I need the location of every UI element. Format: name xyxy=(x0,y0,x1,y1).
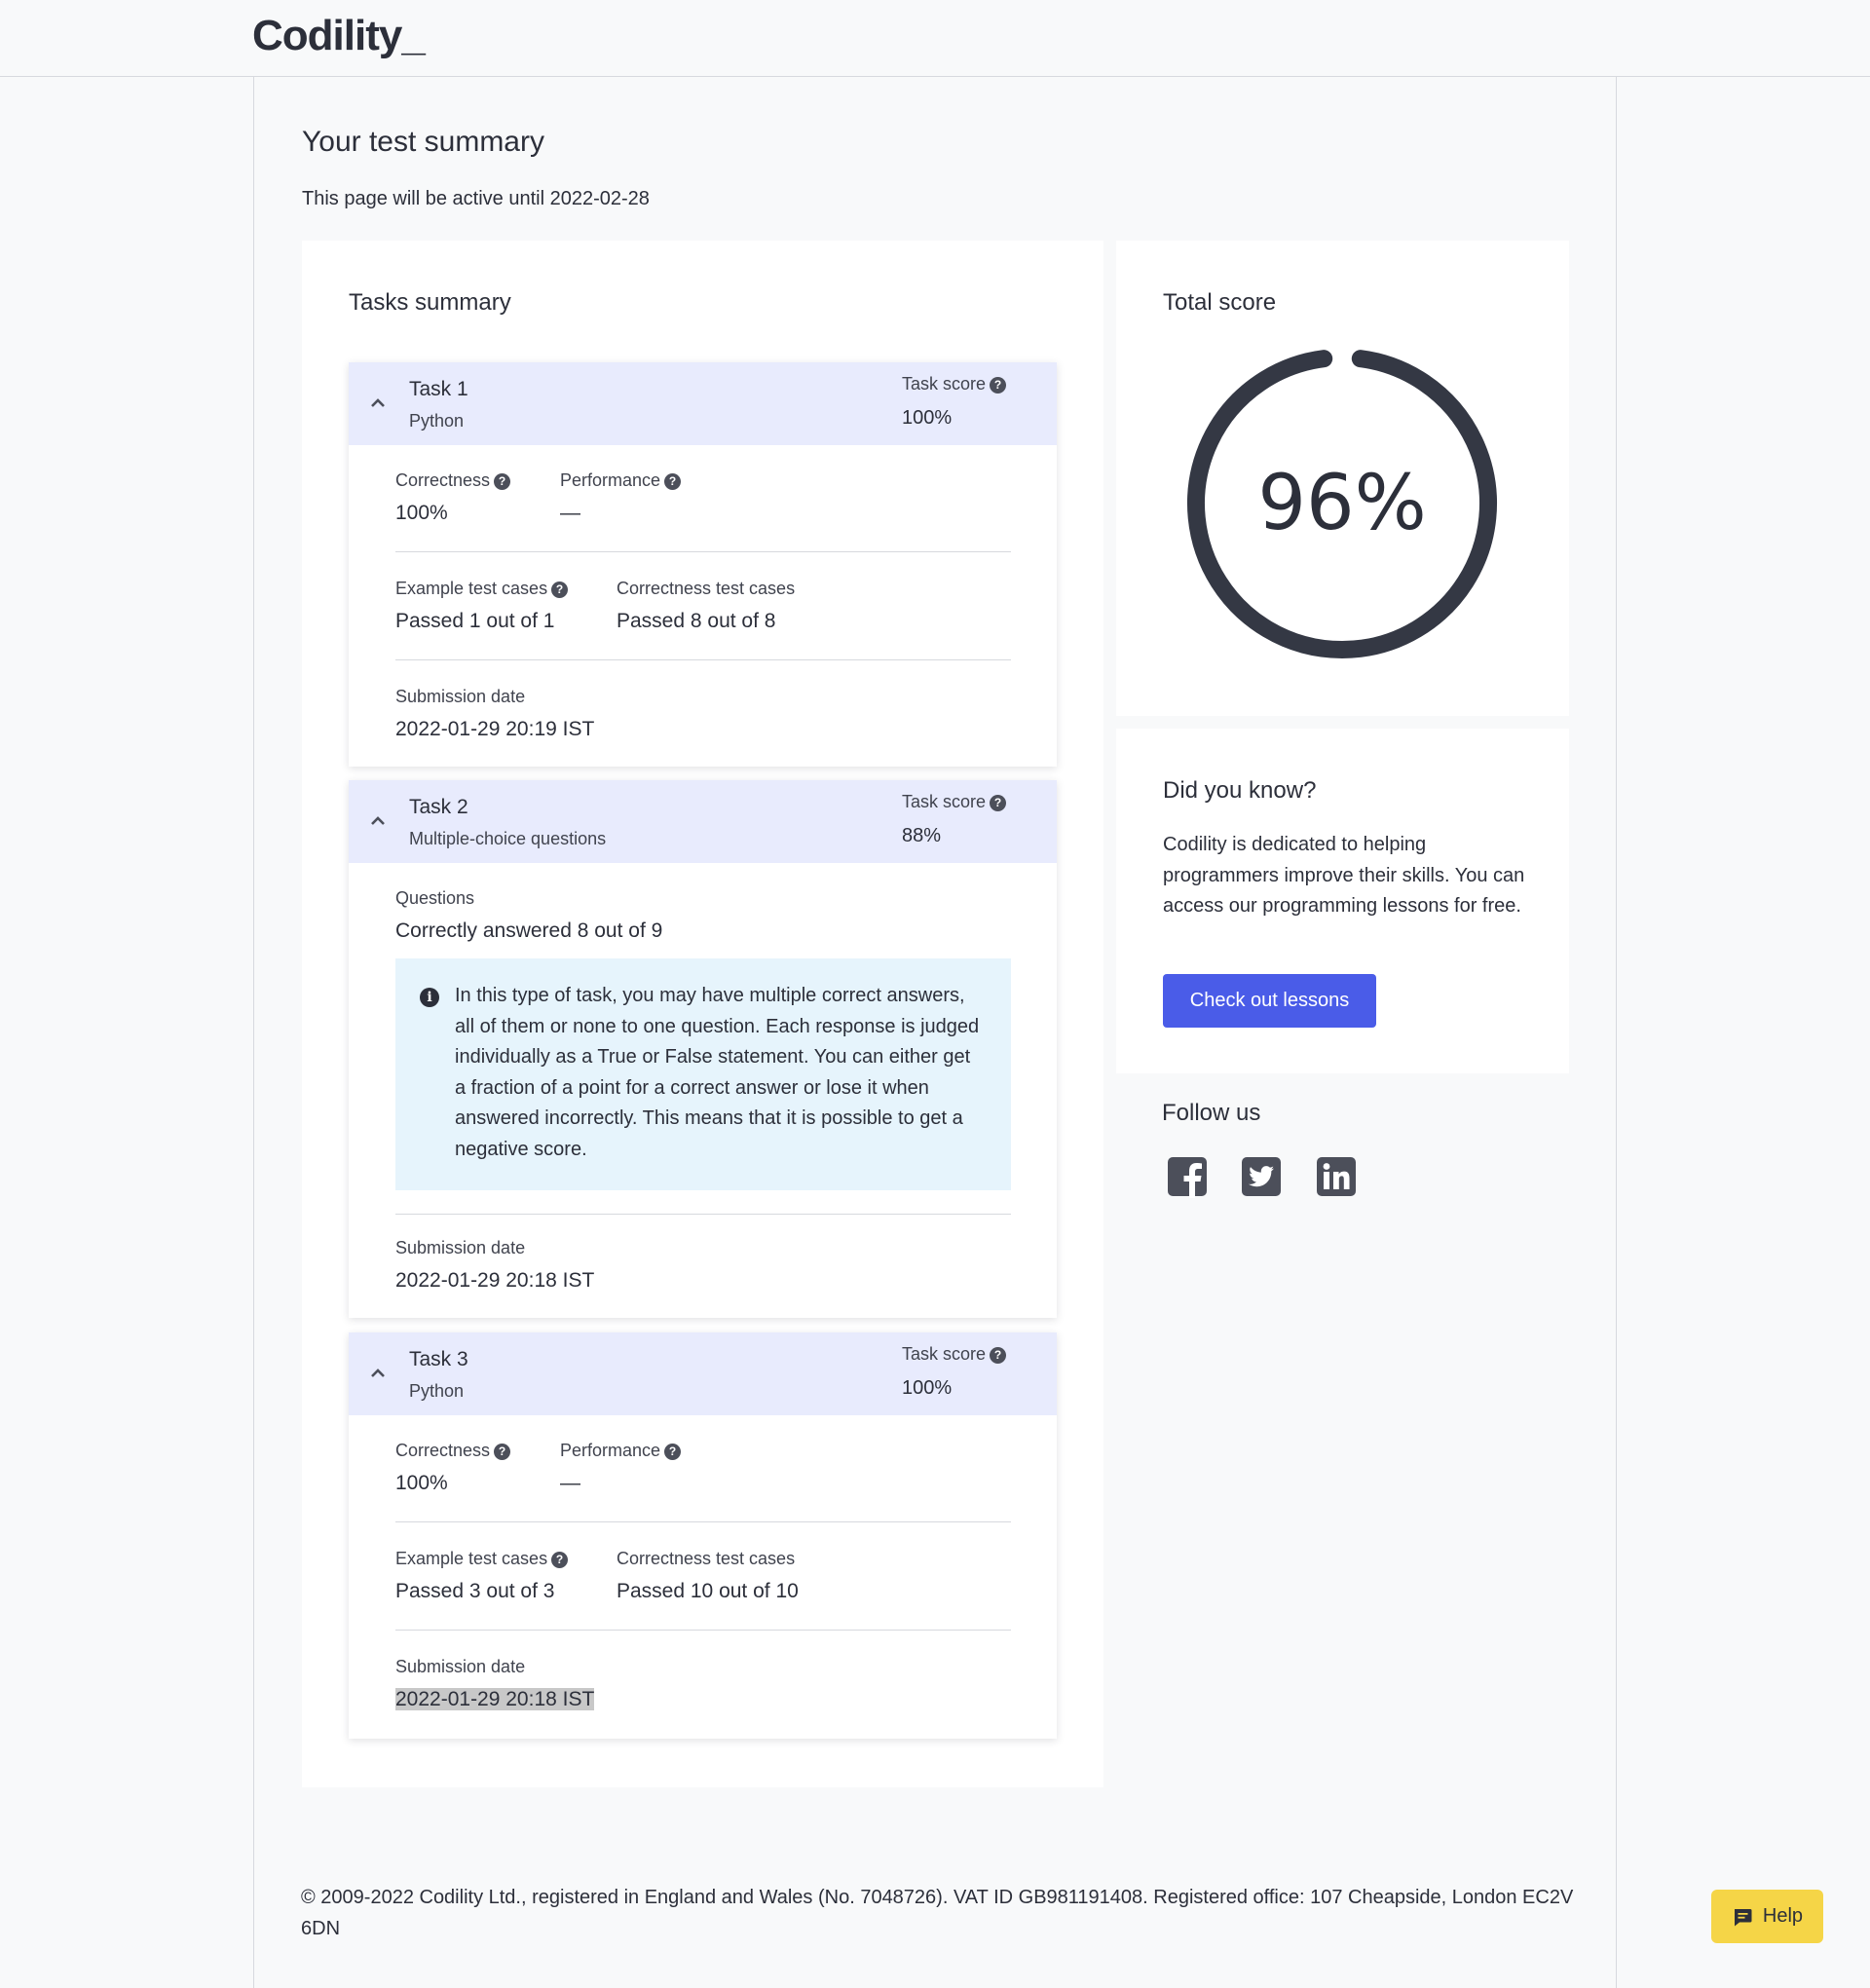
active-until-text: This page will be active until 2022-02-2… xyxy=(302,188,650,209)
example-label-text: Example test cases xyxy=(395,579,548,598)
performance-label: Performance? xyxy=(560,1441,682,1461)
example-test-cases-value: Passed 3 out of 3 xyxy=(395,1580,555,1602)
task-score-value: 100% xyxy=(902,407,953,429)
total-score-title: Total score xyxy=(1163,289,1277,316)
did-you-know-title: Did you know? xyxy=(1163,777,1317,804)
divider xyxy=(395,1214,1011,1215)
correctness-value: 100% xyxy=(395,502,448,524)
questions-value: Correctly answered 8 out of 9 xyxy=(395,919,663,942)
performance-label-text: Performance xyxy=(560,1441,661,1460)
task-name: Task 1 xyxy=(409,378,468,400)
performance-value: — xyxy=(560,502,580,524)
correctness-test-cases-label: Correctness test cases xyxy=(617,1549,796,1568)
task-score-label: Task score? xyxy=(902,792,1007,812)
task-language: Python xyxy=(409,411,465,431)
help-button[interactable]: Help xyxy=(1711,1890,1823,1943)
task-header-1[interactable]: Task 1 Python Task score? 100% xyxy=(349,362,1057,445)
submission-date-value: 2022-01-29 20:18 IST xyxy=(395,1269,595,1292)
logo-underscore: _ xyxy=(401,12,426,59)
performance-value: — xyxy=(560,1472,580,1494)
submission-date-value: 2022-01-29 20:18 IST xyxy=(395,1688,595,1711)
correctness-test-cases-label: Correctness test cases xyxy=(617,579,796,598)
example-test-cases-label: Example test cases? xyxy=(395,1549,569,1569)
correctness-test-cases-value: Passed 8 out of 8 xyxy=(617,610,776,632)
correctness-label-text: Correctness xyxy=(395,470,491,490)
submission-date-label: Submission date xyxy=(395,1657,526,1676)
info-box: i In this type of task, you may have mul… xyxy=(395,958,1011,1190)
task-name: Task 3 xyxy=(409,1348,468,1370)
tasks-summary-panel: Tasks summary Task 1 Python Task score? … xyxy=(302,241,1103,1787)
did-you-know-text: Codility is dedicated to helping program… xyxy=(1163,834,1525,917)
task-name: Task 2 xyxy=(409,796,468,818)
chevron-up-icon[interactable] xyxy=(368,811,388,831)
correctness-test-cases-value: Passed 10 out of 10 xyxy=(617,1580,799,1602)
main-column: Your test summary This page will be acti… xyxy=(253,77,1617,1988)
follow-us-title: Follow us xyxy=(1162,1100,1261,1126)
divider xyxy=(395,1630,1011,1631)
task-score-value: 100% xyxy=(902,1377,953,1399)
example-test-cases-value: Passed 1 out of 1 xyxy=(395,610,555,632)
chat-icon xyxy=(1734,1908,1752,1926)
help-question-icon[interactable]: ? xyxy=(551,581,569,598)
selected-submission-date: 2022-01-29 20:18 IST xyxy=(395,1688,595,1710)
tasks-summary-title: Tasks summary xyxy=(349,289,511,316)
correctness-value: 100% xyxy=(395,1472,448,1494)
submission-date-value: 2022-01-29 20:19 IST xyxy=(395,718,595,740)
info-text: In this type of task, you may have multi… xyxy=(455,985,980,1160)
info-icon: i xyxy=(420,988,439,1007)
task-score-label-text: Task score xyxy=(902,374,987,394)
help-question-icon[interactable]: ? xyxy=(990,1347,1007,1364)
check-out-lessons-button[interactable]: Check out lessons xyxy=(1163,974,1376,1028)
page-title: Your test summary xyxy=(302,126,544,158)
footer-text: © 2009-2022 Codility Ltd., registered in… xyxy=(301,1887,1574,1939)
help-label: Help xyxy=(1762,1905,1804,1927)
correctness-label-text: Correctness xyxy=(395,1441,491,1460)
example-test-cases-label: Example test cases? xyxy=(395,579,569,599)
task-score-label-text: Task score xyxy=(902,792,987,811)
submission-date-label: Submission date xyxy=(395,1238,526,1257)
task-score-label: Task score? xyxy=(902,374,1007,394)
logo-text: Codility xyxy=(252,12,402,59)
task-score-label-text: Task score xyxy=(902,1344,987,1364)
total-score-value: 96% xyxy=(1257,460,1427,547)
twitter-icon[interactable] xyxy=(1240,1155,1283,1198)
task-card-1: Task 1 Python Task score? 100% Correctne… xyxy=(349,362,1057,767)
total-score-panel: Total score 96% xyxy=(1116,241,1569,716)
task-type: Multiple-choice questions xyxy=(409,829,607,848)
help-question-icon[interactable]: ? xyxy=(494,1444,511,1460)
correctness-label: Correctness? xyxy=(395,1441,511,1461)
help-question-icon[interactable]: ? xyxy=(494,473,511,490)
performance-label: Performance? xyxy=(560,470,682,491)
example-label-text: Example test cases xyxy=(395,1549,548,1568)
task-card-3: Task 3 Python Task score? 100% Correctne… xyxy=(349,1332,1057,1739)
divider xyxy=(395,1521,1011,1522)
help-question-icon[interactable]: ? xyxy=(664,473,682,490)
task-header-3[interactable]: Task 3 Python Task score? 100% xyxy=(349,1332,1057,1415)
help-question-icon[interactable]: ? xyxy=(551,1552,569,1568)
chevron-up-icon[interactable] xyxy=(368,1364,388,1383)
linkedin-icon[interactable] xyxy=(1315,1155,1358,1198)
correctness-label: Correctness? xyxy=(395,470,511,491)
did-you-know-panel: Did you know? Codility is dedicated to h… xyxy=(1116,729,1569,1073)
chevron-up-icon[interactable] xyxy=(368,394,388,413)
help-question-icon[interactable]: ? xyxy=(990,377,1007,394)
codility-logo[interactable]: Codility_ xyxy=(252,12,426,60)
help-question-icon[interactable]: ? xyxy=(990,795,1007,811)
top-bar: Codility_ xyxy=(0,0,1870,77)
divider xyxy=(395,659,1011,660)
help-question-icon[interactable]: ? xyxy=(664,1444,682,1460)
divider xyxy=(395,551,1011,552)
facebook-icon[interactable] xyxy=(1166,1155,1209,1198)
questions-label: Questions xyxy=(395,888,475,908)
submission-date-label: Submission date xyxy=(395,687,526,706)
task-card-2: Task 2 Multiple-choice questions Task sc… xyxy=(349,780,1057,1318)
performance-label-text: Performance xyxy=(560,470,661,490)
task-header-2[interactable]: Task 2 Multiple-choice questions Task sc… xyxy=(349,780,1057,863)
task-score-value: 88% xyxy=(902,825,942,846)
task-score-label: Task score? xyxy=(902,1344,1007,1365)
task-language: Python xyxy=(409,1381,465,1401)
